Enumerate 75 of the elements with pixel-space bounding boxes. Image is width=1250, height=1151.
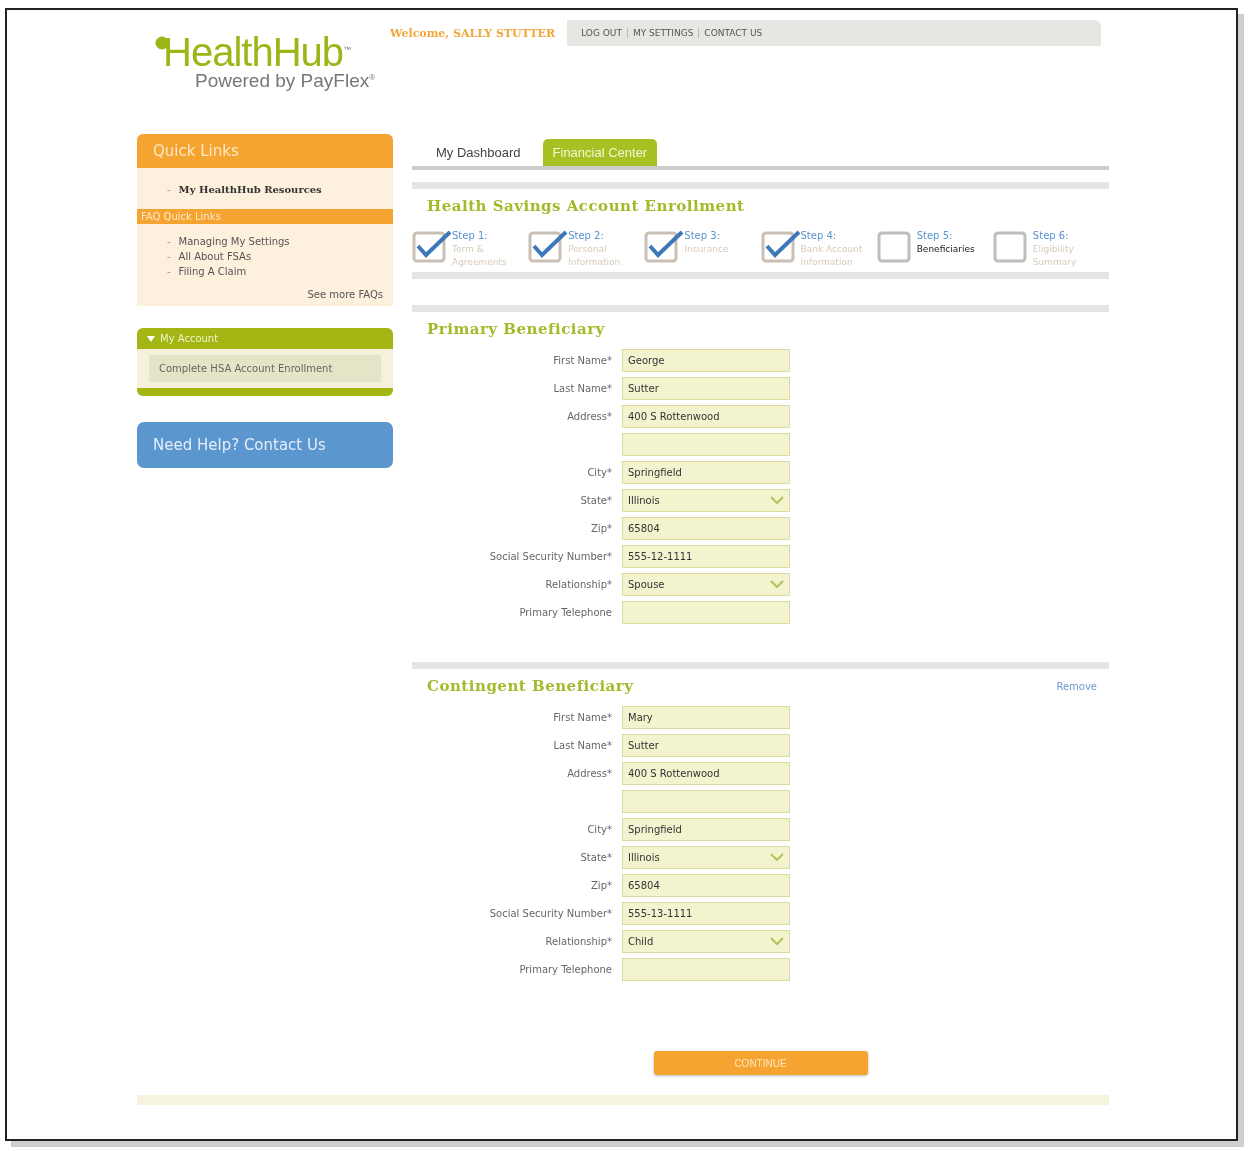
dropdown[interactable]: Child (622, 929, 790, 953)
field-label: Relationship* (545, 935, 612, 947)
field-label: Relationship* (545, 578, 612, 590)
section-title: Primary Beneficiary (427, 320, 605, 339)
field-label: First Name* (553, 711, 612, 723)
field-label: State* (580, 494, 612, 506)
bullet-marker: - (167, 183, 171, 197)
chevron-down-icon (770, 495, 784, 505)
input-field[interactable] (622, 789, 790, 813)
account-title: My Account (160, 333, 219, 344)
field-label: State* (580, 851, 612, 863)
field-label: Zip* (591, 522, 612, 534)
dropdown[interactable]: Illinois (622, 845, 790, 869)
input-field[interactable] (622, 957, 790, 981)
top-nav-link[interactable]: MY SETTINGS (632, 28, 694, 38)
section-title: Contingent Beneficiary (427, 677, 634, 696)
input-field[interactable]: Mary (622, 705, 790, 729)
step-title: Step 3: (684, 229, 722, 243)
field-label: Zip* (591, 879, 612, 891)
faq-heading: FAQ Quick Links (137, 209, 393, 224)
chevron-down-icon (770, 936, 784, 946)
bullet-marker: - (167, 235, 171, 249)
top-nav-link[interactable]: LOG OUT (581, 28, 622, 38)
input-field[interactable]: Springfield (622, 460, 790, 484)
field-label: Address* (567, 767, 612, 779)
step-title: Step 5: (916, 229, 954, 243)
dropdown[interactable]: Illinois (622, 488, 790, 512)
account-link[interactable]: Complete HSA Account Enrollment (149, 355, 381, 382)
step-label: Beneficiaries (916, 243, 976, 256)
input-field[interactable]: George (622, 348, 790, 372)
field-label: Primary Telephone (519, 963, 612, 975)
panel-title: Quick Links (137, 134, 393, 168)
step-label: Insurance (684, 243, 730, 256)
input-field[interactable]: Sutter (622, 733, 790, 757)
input-field[interactable]: 555-13-1111 (622, 901, 790, 925)
faq-link[interactable]: Filing A Claim (178, 264, 247, 279)
step-title: Step 6: (1032, 229, 1070, 243)
tab[interactable]: My Dashboard (426, 139, 531, 166)
field-label: Social Security Number* (489, 550, 612, 562)
field-label: Social Security Number* (489, 907, 612, 919)
field-label: City* (587, 466, 612, 478)
more-faqs-link[interactable]: See more FAQs (307, 289, 383, 300)
chevron-down-icon (770, 852, 784, 862)
step-label: Eligibility Summary (1032, 243, 1078, 269)
welcome-text: Welcome, SALLY STUTTER (390, 26, 557, 40)
field-label: First Name* (553, 354, 612, 366)
step-label: Term & Agreements (452, 243, 508, 269)
bullet-marker: - (167, 265, 171, 279)
top-nav-link[interactable]: CONTACT US (704, 28, 763, 38)
input-field[interactable]: 65804 (622, 516, 790, 540)
chevron-down-icon (770, 579, 784, 589)
step-label: Bank Account Information (800, 243, 864, 269)
step-title: Step 4: (800, 229, 838, 243)
field-label: Last Name* (553, 739, 612, 751)
input-field[interactable]: 555-12-1111 (622, 544, 790, 568)
step-label: Personal Information (568, 243, 622, 269)
input-field[interactable]: 400 S Rottenwood (622, 761, 790, 785)
step-title: Step 1: (452, 229, 489, 243)
dropdown[interactable]: Spouse (622, 572, 790, 596)
field-label: Primary Telephone (519, 606, 612, 618)
enrollment-title: Health Savings Account Enrollment (426, 196, 746, 215)
input-field[interactable] (622, 600, 790, 624)
input-field[interactable]: Springfield (622, 817, 790, 841)
input-field[interactable]: 400 S Rottenwood (622, 404, 790, 428)
faq-link[interactable]: Managing My Settings (178, 234, 290, 249)
field-label: City* (587, 823, 612, 835)
input-field[interactable] (622, 432, 790, 456)
faq-link[interactable]: All About FSAs (178, 249, 252, 264)
step-title: Step 2: (568, 229, 605, 243)
quick-link[interactable]: My HealthHub Resources (178, 182, 322, 197)
input-field[interactable]: Sutter (622, 376, 790, 400)
input-field[interactable]: 65804 (622, 873, 790, 897)
field-label: Last Name* (553, 382, 612, 394)
bullet-marker: - (167, 250, 171, 264)
field-label: Address* (567, 410, 612, 422)
